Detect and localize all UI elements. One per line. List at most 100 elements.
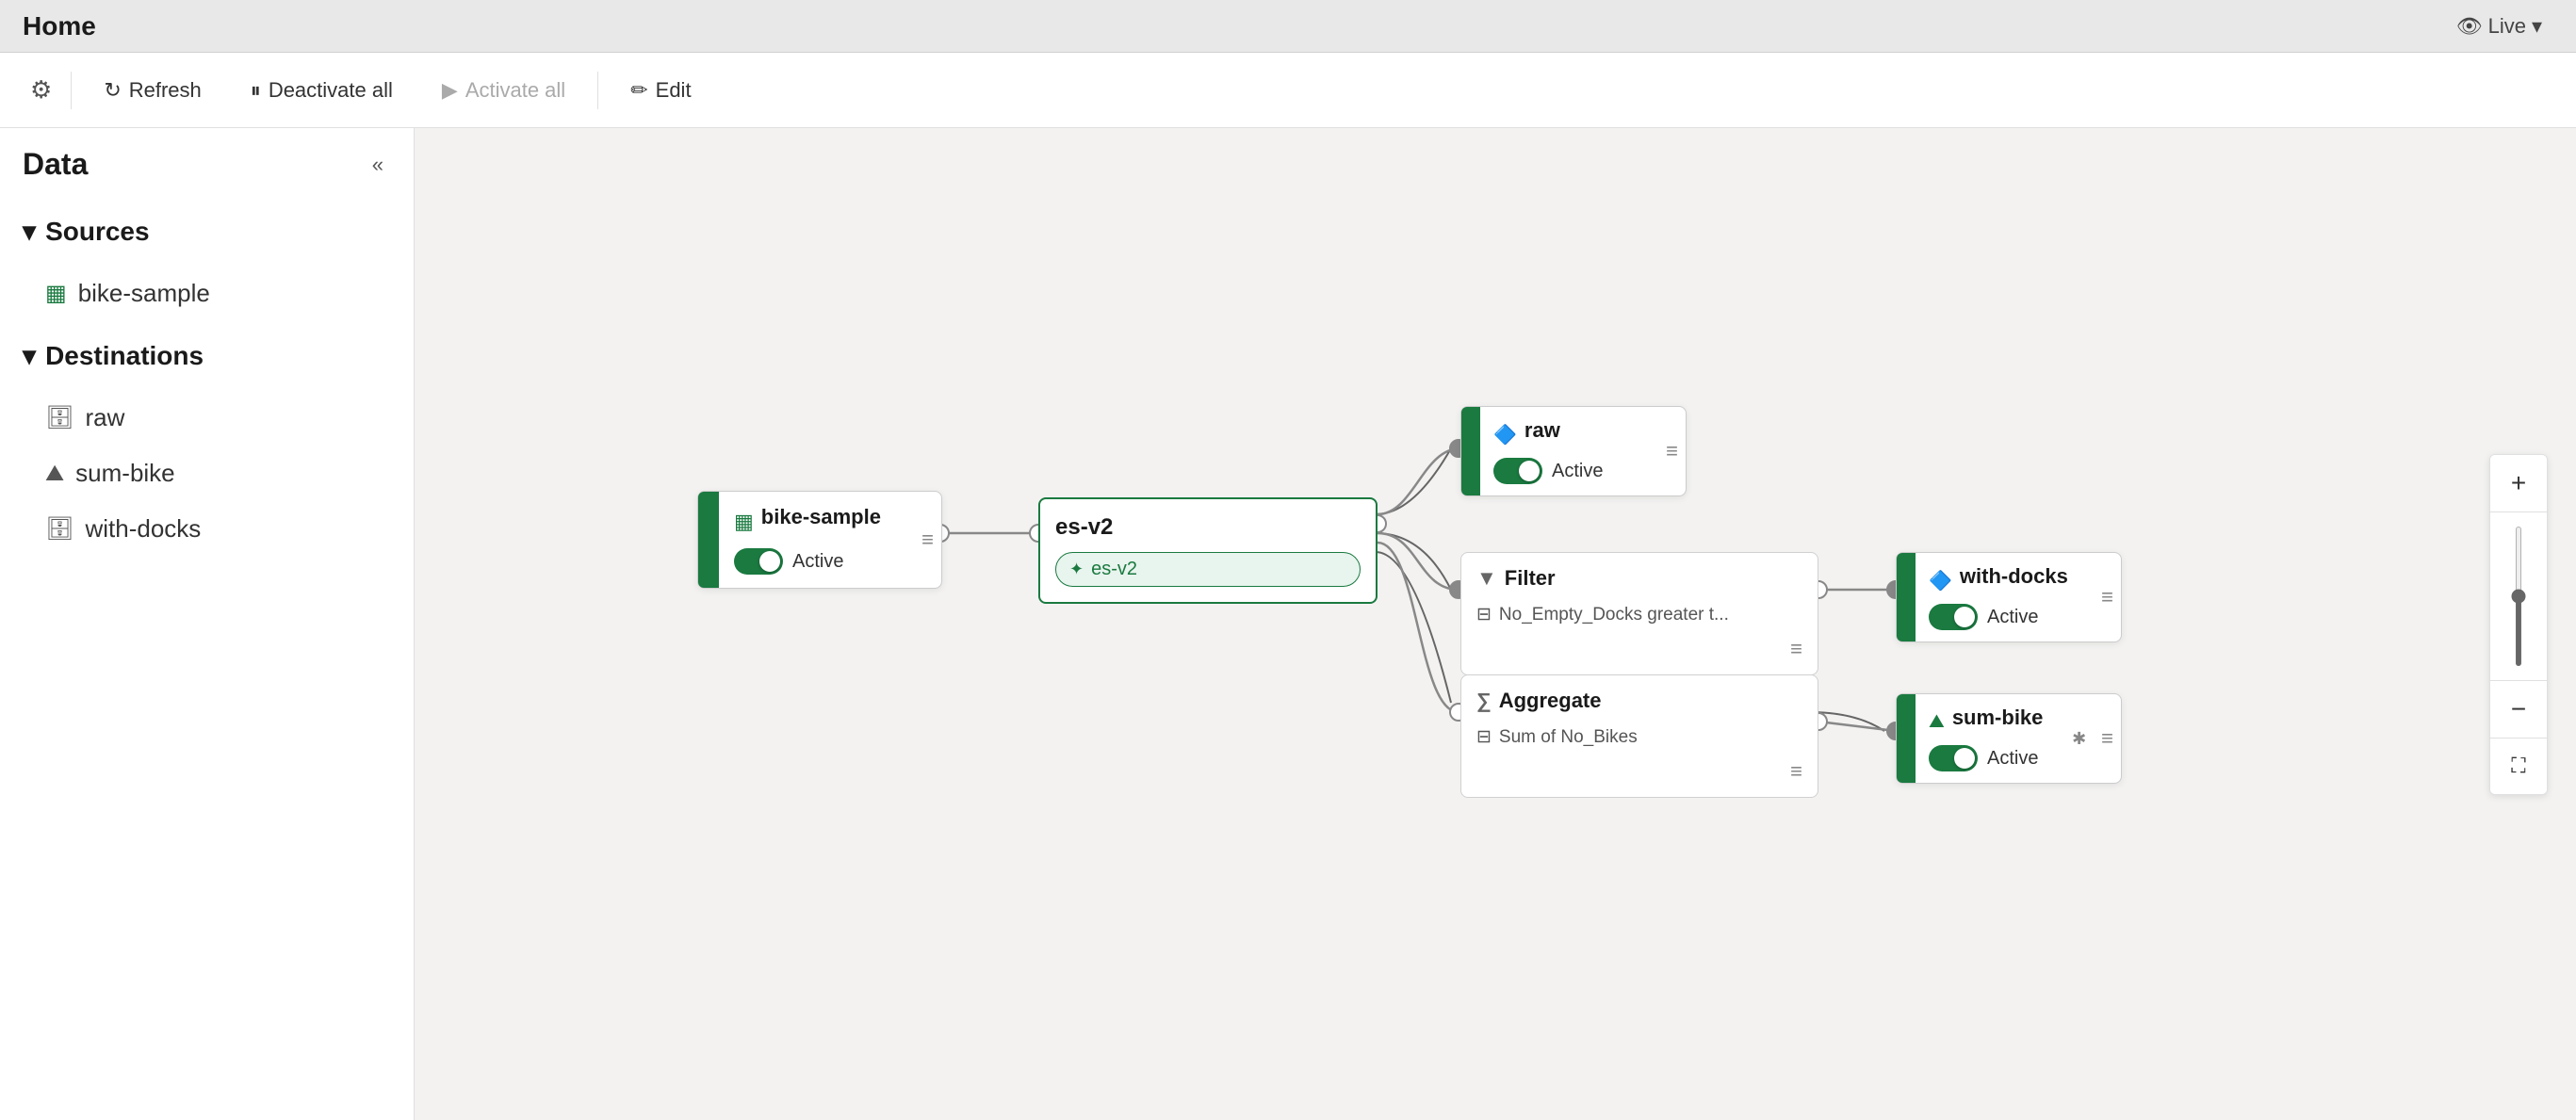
with-docks-node-toggle-row: Active xyxy=(1929,604,2080,630)
esv2-pill-label: es-v2 xyxy=(1091,559,1137,580)
zoom-in-button[interactable]: + xyxy=(2490,455,2547,511)
sidebar-item-sum-bike[interactable]: ⛰ sum-bike xyxy=(0,446,414,501)
toggle-knob xyxy=(759,551,780,572)
sources-section-header[interactable]: ▾ Sources xyxy=(0,201,414,262)
aggregate-node[interactable]: ∑ Aggregate ⊟ Sum of No_Bikes ≡ xyxy=(1460,674,1818,798)
sidebar-item-bike-sample-label: bike-sample xyxy=(78,279,210,308)
aggregate-icon: ∑ xyxy=(1476,689,1492,713)
raw-node-bar xyxy=(1461,407,1480,495)
with-docks-node-menu-icon[interactable]: ≡ xyxy=(2094,581,2121,613)
filter-condition-icon: ⊟ xyxy=(1476,604,1492,625)
source-node-title: bike-sample xyxy=(761,505,881,529)
raw-dest-node[interactable]: 🔷 raw Active ≡ xyxy=(1460,406,1687,496)
with-docks-node-bar xyxy=(1897,553,1916,641)
table-icon: ▦ xyxy=(45,280,67,307)
sum-bike-icon: ⛰ xyxy=(45,461,64,487)
refresh-label: Refresh xyxy=(129,78,202,103)
with-docks-dest-node[interactable]: 🔷 with-docks Active ≡ xyxy=(1896,552,2122,642)
toolbar: ⚙ ↻ Refresh ⏸ Deactivate all ▶ Activate … xyxy=(0,53,2576,128)
sources-section-items: ▦ bike-sample xyxy=(0,262,414,325)
sidebar-item-raw[interactable]: 🗄 raw xyxy=(0,390,414,446)
zoom-slider-container xyxy=(2490,511,2547,681)
zoom-out-button[interactable]: − xyxy=(2490,681,2547,738)
destinations-section-header[interactable]: ▾ Destinations xyxy=(0,325,414,386)
source-node-bar xyxy=(698,492,719,588)
with-docks-node-status: Active xyxy=(1987,607,2038,628)
with-docks-node-toggle[interactable] xyxy=(1929,604,1978,630)
toolbar-divider-2 xyxy=(597,72,598,109)
source-node-toggle[interactable] xyxy=(734,548,783,575)
destinations-chevron-icon: ▾ xyxy=(23,340,36,371)
esv2-node-pill: ✦ es-v2 xyxy=(1055,552,1361,587)
activate-label: Activate all xyxy=(465,78,565,103)
sum-bike-node-toggle-row: Active xyxy=(1929,745,2051,771)
zoom-controls: + − ⛶ xyxy=(2489,454,2548,795)
source-node-bike-sample[interactable]: ▦ bike-sample Active ≡ xyxy=(697,491,942,589)
raw-node-title: raw xyxy=(1524,418,1560,443)
aggregate-node-menu-icon[interactable]: ≡ xyxy=(1476,759,1802,784)
sidebar-item-with-docks-label: with-docks xyxy=(85,514,201,544)
filter-node-title: Filter xyxy=(1505,566,1556,591)
raw-node-icon: 🔷 xyxy=(1493,423,1517,446)
aggregate-node-condition: Sum of No_Bikes xyxy=(1499,727,1638,748)
filter-icon: ▼ xyxy=(1476,566,1497,591)
filter-node[interactable]: ▼ Filter ⊟ No_Empty_Docks greater t... ≡ xyxy=(1460,552,1818,675)
sum-bike-node-toggle[interactable] xyxy=(1929,745,1978,771)
raw-node-menu-icon[interactable]: ≡ xyxy=(1658,435,1686,467)
activate-icon: ▶ xyxy=(442,78,458,103)
sum-bike-toggle-knob xyxy=(1954,748,1975,769)
live-badge-button[interactable]: 👁 Live ▾ xyxy=(2445,10,2553,42)
sources-label: Sources xyxy=(45,217,150,247)
aggregate-node-header: ∑ Aggregate xyxy=(1476,689,1802,713)
raw-node-status: Active xyxy=(1552,461,1603,482)
collapse-sidebar-button[interactable]: « xyxy=(365,149,391,181)
settings-icon[interactable]: ⚙ xyxy=(23,68,59,112)
zoom-slider[interactable] xyxy=(2516,526,2521,667)
page-title: Home xyxy=(23,11,96,41)
aggregate-node-title: Aggregate xyxy=(1499,689,1602,713)
deactivate-label: Deactivate all xyxy=(269,78,393,103)
source-node-status: Active xyxy=(792,551,843,573)
sidebar-title: Data xyxy=(23,147,88,182)
eye-icon: 👁 xyxy=(2456,14,2483,39)
esv2-pill-icon: ✦ xyxy=(1069,560,1084,579)
raw-node-toggle-row: Active xyxy=(1493,458,1645,484)
live-label: Live xyxy=(2488,14,2526,39)
filter-node-header: ▼ Filter xyxy=(1476,566,1802,591)
sum-bike-node-icon: ⛰ xyxy=(1929,711,1945,733)
esv2-node[interactable]: es-v2 ✦ es-v2 xyxy=(1038,497,1378,604)
sum-bike-node-menu-icon[interactable]: ≡ xyxy=(2094,722,2121,755)
deactivate-icon: ⏸ xyxy=(251,78,261,103)
sidebar-item-raw-label: raw xyxy=(85,403,124,432)
sidebar-item-with-docks[interactable]: 🗄 with-docks xyxy=(0,501,414,557)
sidebar-header: Data « xyxy=(0,147,414,201)
sum-bike-node-title: sum-bike xyxy=(1952,706,2044,730)
deactivate-all-button[interactable]: ⏸ Deactivate all xyxy=(230,66,414,115)
fit-view-button[interactable]: ⛶ xyxy=(2490,738,2547,794)
raw-node-toggle[interactable] xyxy=(1493,458,1542,484)
source-node-content: ▦ bike-sample Active xyxy=(719,492,914,588)
filter-node-condition-row: ⊟ No_Empty_Docks greater t... xyxy=(1476,600,1802,629)
title-bar: Home 👁 Live ▾ xyxy=(0,0,2576,53)
sum-bike-dest-node[interactable]: ⛰ sum-bike Active ✱ ≡ xyxy=(1896,693,2122,784)
with-docks-node-icon: 🔷 xyxy=(1929,569,1952,592)
sum-bike-extra-icon[interactable]: ✱ xyxy=(2064,725,2094,753)
esv2-node-title: es-v2 xyxy=(1055,514,1113,541)
chevron-down-icon: ▾ xyxy=(2532,14,2542,39)
with-docks-node-content: 🔷 with-docks Active xyxy=(1916,553,2094,641)
sidebar-item-bike-sample[interactable]: ▦ bike-sample xyxy=(0,266,414,321)
with-docks-toggle-knob xyxy=(1954,607,1975,627)
filter-node-menu-icon[interactable]: ≡ xyxy=(1476,637,1802,661)
destinations-section-items: 🗄 raw ⛰ sum-bike 🗄 with-docks xyxy=(0,386,414,560)
raw-toggle-knob xyxy=(1519,461,1540,481)
main-layout: Data « ▾ Sources ▦ bike-sample ▾ Destina… xyxy=(0,128,2576,1120)
activate-all-button[interactable]: ▶ Activate all xyxy=(421,66,586,115)
destinations-label: Destinations xyxy=(45,341,204,371)
sum-bike-node-status: Active xyxy=(1987,748,2038,770)
source-node-table-icon: ▦ xyxy=(734,510,754,534)
edit-button[interactable]: ✏ Edit xyxy=(610,66,711,115)
refresh-button[interactable]: ↻ Refresh xyxy=(83,66,221,115)
source-node-menu-icon[interactable]: ≡ xyxy=(914,524,941,556)
raw-node-content: 🔷 raw Active xyxy=(1480,407,1658,495)
toolbar-divider-1 xyxy=(71,72,72,109)
